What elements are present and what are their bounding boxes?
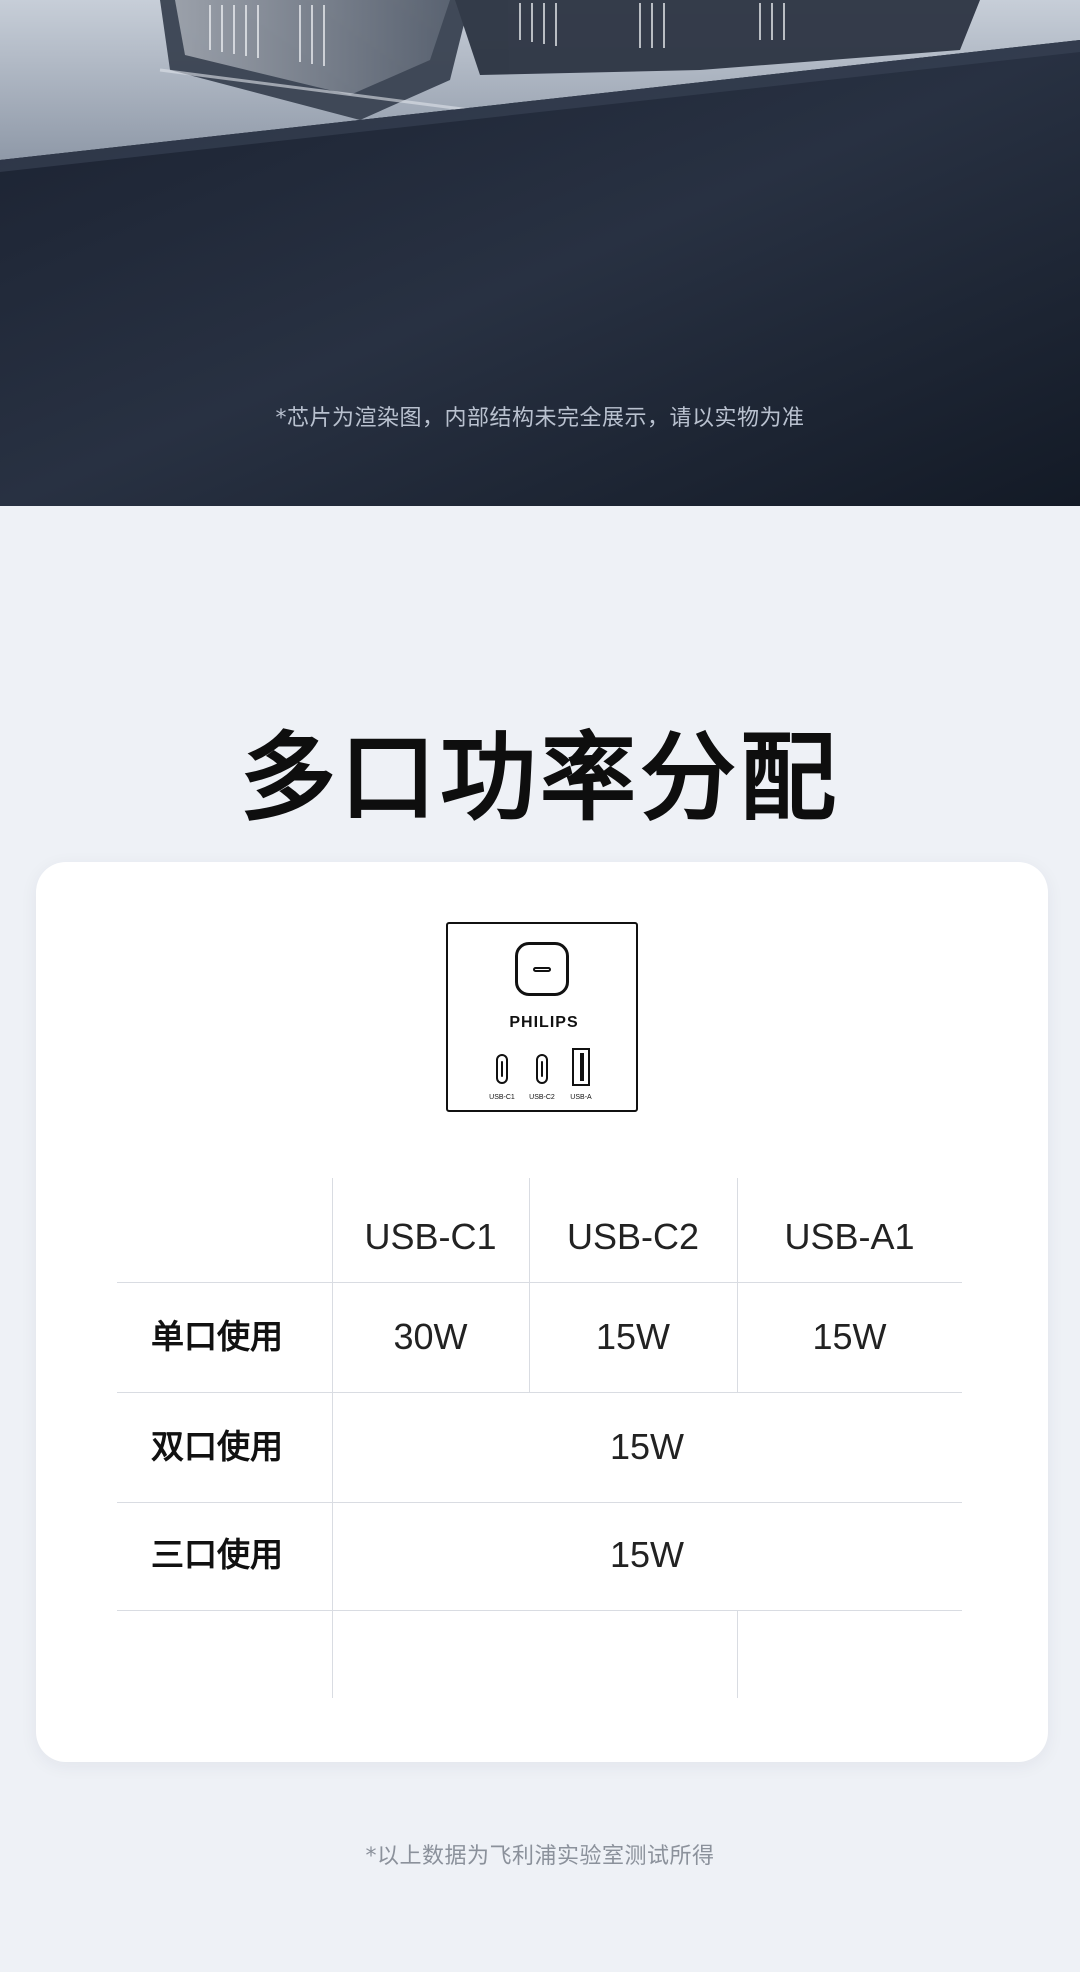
value-single-usb-c2: 15W (595, 1316, 671, 1357)
row-label-triple-port: 三口使用 (151, 1535, 283, 1574)
table-column-divider (737, 1610, 738, 1698)
table-column-divider (529, 1178, 530, 1392)
column-header-usb-c2: USB-C2 (566, 1216, 700, 1257)
table-divider (117, 1502, 962, 1503)
column-header-usb-a1: USB-A1 (784, 1216, 915, 1257)
value-triple-port: 15W (609, 1534, 685, 1575)
hero-banner: *芯片为渲染图，内部结构未完全展示，请以实物为准 (0, 0, 1080, 506)
test-data-footnote: *以上数据为飞利浦实验室测试所得 (365, 1844, 715, 1869)
column-header-usb-c1: USB-C1 (364, 1216, 497, 1257)
table-divider (117, 1282, 962, 1283)
row-label-dual-port: 双口使用 (151, 1427, 283, 1466)
value-single-usb-a1: 15W (812, 1316, 887, 1357)
page-title: 多口功率分配 (240, 722, 840, 834)
table-divider (117, 1392, 962, 1393)
table-divider (117, 1610, 962, 1611)
table-column-divider (737, 1178, 738, 1392)
value-single-usb-c1: 30W (393, 1316, 468, 1357)
power-table: USB-C1 USB-C2 USB-A1 单口使用 30W 15W 15W 双口… (36, 862, 1048, 1762)
power-distribution-card: PHILIPS USB-C1 USB-C2 USB-A USB-C1 USB-C… (36, 862, 1048, 1762)
render-disclaimer: *芯片为渲染图，内部结构未完全展示，请以实物为准 (275, 406, 805, 431)
row-label-single-port: 单口使用 (151, 1317, 283, 1356)
value-dual-port: 15W (609, 1426, 685, 1467)
